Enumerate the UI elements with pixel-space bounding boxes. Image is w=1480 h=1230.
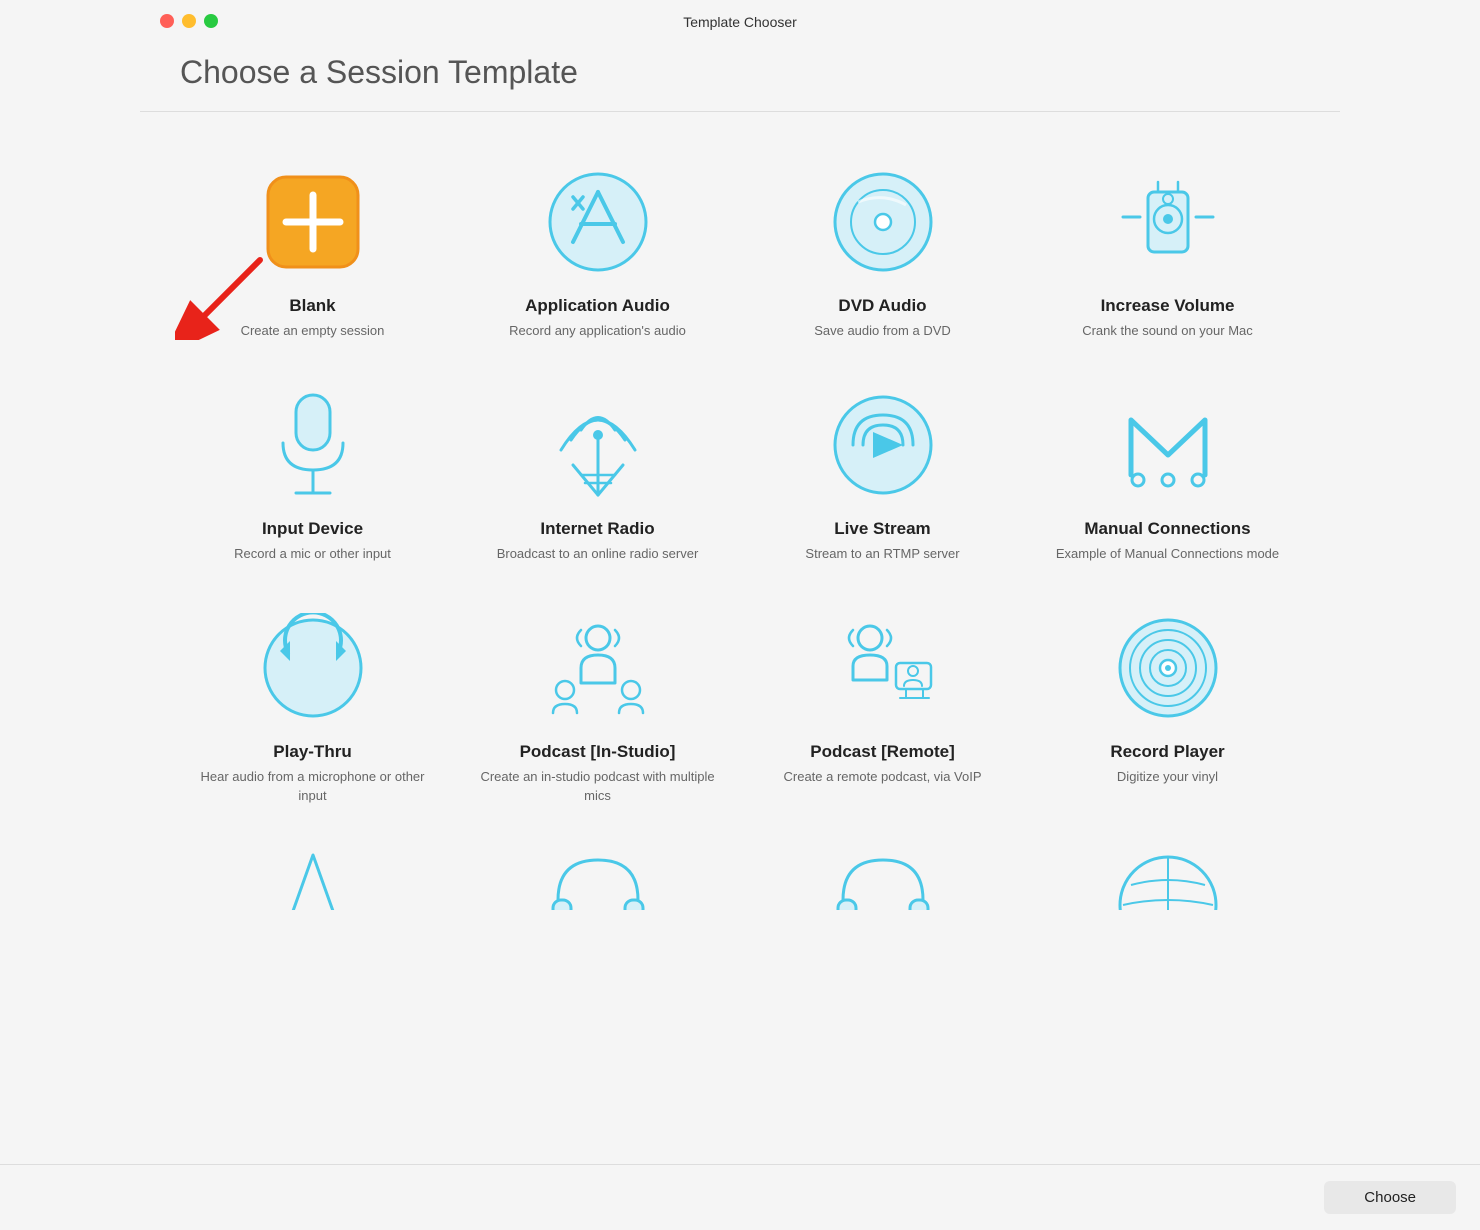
record-player-desc: Digitize your vinyl xyxy=(1117,768,1218,786)
template-grid: Blank Create an empty session Applicatio… xyxy=(140,112,1340,940)
play-thru-icon xyxy=(253,608,373,728)
play-thru-desc: Hear audio from a microphone or other in… xyxy=(190,768,435,804)
template-podcast-in-studio[interactable]: Podcast [In-Studio] Create an in-studio … xyxy=(465,588,730,819)
main-window: Template Chooser Choose a Session Templa… xyxy=(140,0,1340,940)
manual-connections-desc: Example of Manual Connections mode xyxy=(1056,545,1279,563)
maximize-button[interactable] xyxy=(204,14,218,28)
template-row4-3[interactable] xyxy=(750,830,1015,910)
template-row4-4[interactable] xyxy=(1035,830,1300,910)
internet-radio-title: Internet Radio xyxy=(540,519,654,539)
template-manual-connections[interactable]: Manual Connections Example of Manual Con… xyxy=(1035,365,1300,578)
manual-connections-icon xyxy=(1108,385,1228,505)
template-application-audio[interactable]: Application Audio Record any application… xyxy=(465,142,730,355)
blank-title: Blank xyxy=(289,296,335,316)
window-title: Template Chooser xyxy=(683,14,797,30)
play-thru-title: Play-Thru xyxy=(273,742,351,762)
template-record-player[interactable]: Record Player Digitize your vinyl xyxy=(1035,588,1300,819)
template-row4-2[interactable] xyxy=(465,830,730,910)
template-input-device[interactable]: Input Device Record a mic or other input xyxy=(180,365,445,578)
manual-connections-title: Manual Connections xyxy=(1084,519,1250,539)
dvd-audio-title: DVD Audio xyxy=(838,296,926,316)
record-player-icon xyxy=(1108,608,1228,728)
close-button[interactable] xyxy=(160,14,174,28)
template-podcast-remote[interactable]: Podcast [Remote] Create a remote podcast… xyxy=(750,588,1015,819)
traffic-lights xyxy=(160,14,218,28)
row4-1-icon xyxy=(253,850,373,910)
blank-icon xyxy=(253,162,373,282)
live-stream-desc: Stream to an RTMP server xyxy=(805,545,959,563)
internet-radio-desc: Broadcast to an online radio server xyxy=(497,545,699,563)
minimize-button[interactable] xyxy=(182,14,196,28)
template-increase-volume[interactable]: Increase Volume Crank the sound on your … xyxy=(1035,142,1300,355)
bottom-bar: Choose xyxy=(0,1164,1480,1230)
row4-4-icon xyxy=(1108,850,1228,910)
template-internet-radio[interactable]: Internet Radio Broadcast to an online ra… xyxy=(465,365,730,578)
row4-3-icon xyxy=(823,850,943,910)
input-device-desc: Record a mic or other input xyxy=(234,545,391,563)
increase-volume-title: Increase Volume xyxy=(1101,296,1235,316)
internet-radio-icon xyxy=(538,385,658,505)
template-play-thru[interactable]: Play-Thru Hear audio from a microphone o… xyxy=(180,588,445,819)
blank-desc: Create an empty session xyxy=(241,322,385,340)
template-dvd-audio[interactable]: DVD Audio Save audio from a DVD xyxy=(750,142,1015,355)
row4-2-icon xyxy=(538,850,658,910)
dvd-audio-desc: Save audio from a DVD xyxy=(814,322,951,340)
template-row4-1[interactable] xyxy=(180,830,445,910)
podcast-remote-desc: Create a remote podcast, via VoIP xyxy=(784,768,982,786)
input-device-icon xyxy=(253,385,373,505)
application-audio-icon xyxy=(538,162,658,282)
titlebar: Template Chooser xyxy=(140,0,1340,44)
template-live-stream[interactable]: Live Stream Stream to an RTMP server xyxy=(750,365,1015,578)
dvd-audio-icon xyxy=(823,162,943,282)
template-blank[interactable]: Blank Create an empty session xyxy=(180,142,445,355)
record-player-title: Record Player xyxy=(1110,742,1224,762)
podcast-in-studio-desc: Create an in-studio podcast with multipl… xyxy=(475,768,720,804)
live-stream-title: Live Stream xyxy=(834,519,930,539)
application-audio-desc: Record any application's audio xyxy=(509,322,686,340)
podcast-remote-title: Podcast [Remote] xyxy=(810,742,955,762)
increase-volume-desc: Crank the sound on your Mac xyxy=(1082,322,1253,340)
podcast-remote-icon xyxy=(823,608,943,728)
application-audio-title: Application Audio xyxy=(525,296,670,316)
podcast-in-studio-icon xyxy=(538,608,658,728)
page-title: Choose a Session Template xyxy=(180,54,1300,91)
podcast-in-studio-title: Podcast [In-Studio] xyxy=(520,742,676,762)
live-stream-icon xyxy=(823,385,943,505)
input-device-title: Input Device xyxy=(262,519,363,539)
choose-button[interactable]: Choose xyxy=(1324,1181,1456,1214)
page-header: Choose a Session Template xyxy=(140,44,1340,112)
increase-volume-icon xyxy=(1108,162,1228,282)
